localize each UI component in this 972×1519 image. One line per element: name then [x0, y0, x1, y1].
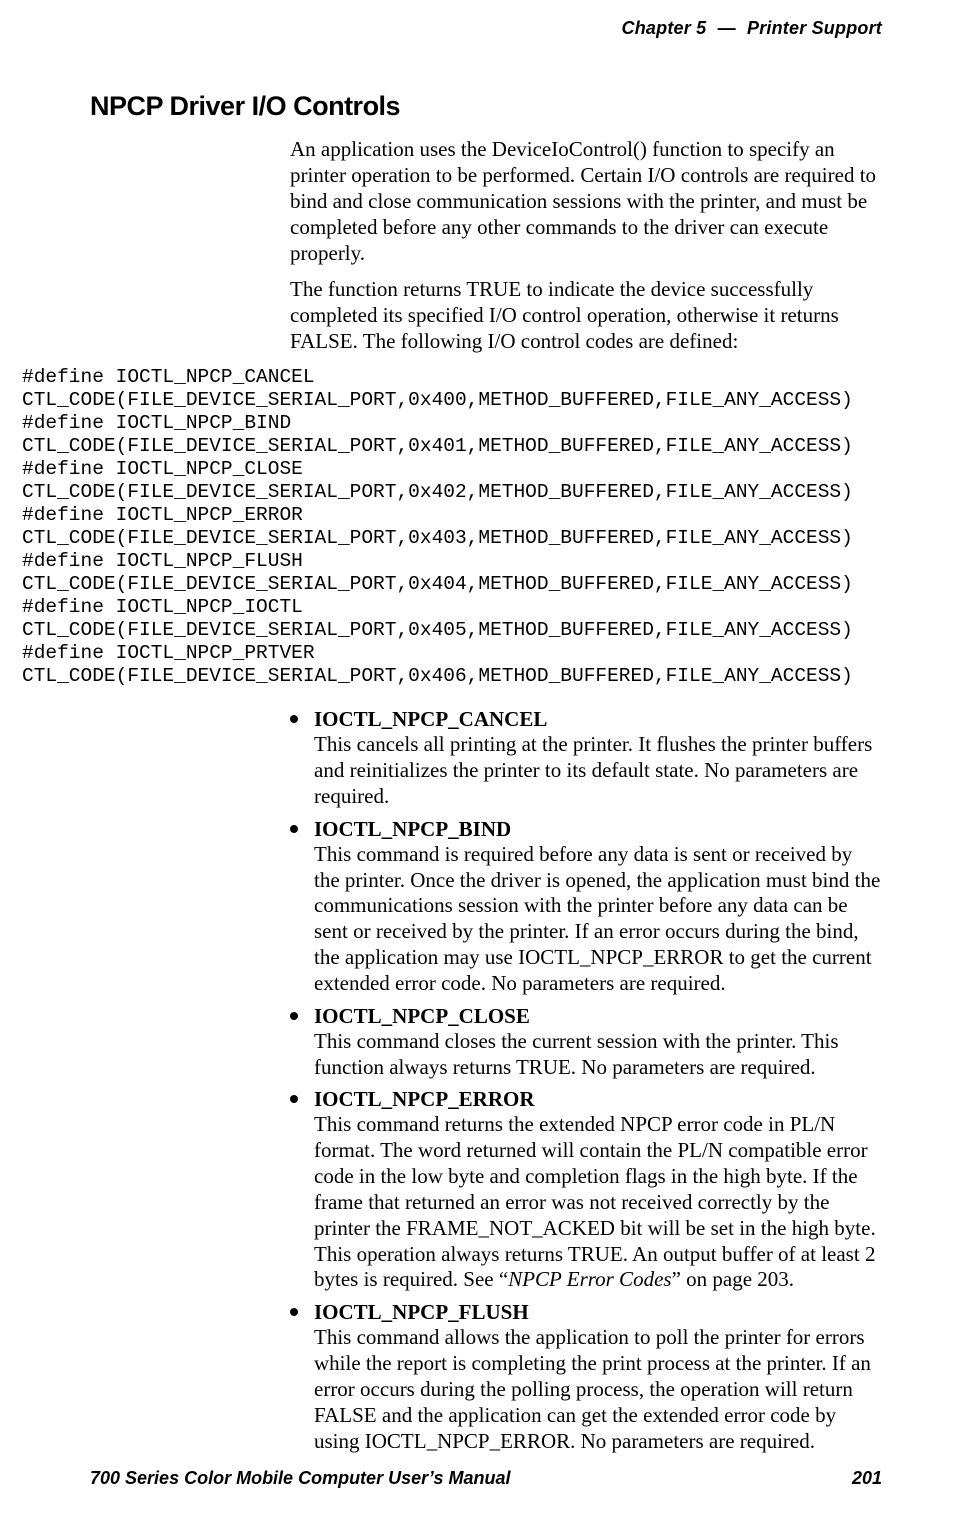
bullet-body: This cancels all printing at the printer…: [314, 732, 882, 809]
bullet-body-em: NPCP Error Codes: [508, 1267, 671, 1291]
bullet-body-pre: This command returns the extended NPCP e…: [314, 1112, 876, 1291]
body-column: An application uses the DeviceIoControl(…: [290, 136, 882, 354]
bullet-head: IOCTL_NPCP_ERROR: [314, 1087, 535, 1111]
bullet-body: This command is required before any data…: [314, 842, 882, 997]
section-title: NPCP Driver I/O Controls: [90, 91, 882, 122]
bullet-body: This command closes the current session …: [314, 1029, 882, 1081]
intro-paragraph-2: The function returns TRUE to indicate th…: [290, 276, 882, 354]
code-block: #define IOCTL_NPCP_CANCEL CTL_CODE(FILE_…: [22, 366, 882, 688]
footer-page-number: 201: [852, 1468, 882, 1489]
list-item: IOCTL_NPCP_CANCEL This cancels all print…: [290, 706, 882, 810]
header-dash: —: [712, 18, 742, 38]
header-chapter-number: 5: [696, 18, 706, 38]
bullet-body-post: ” on page 203.: [672, 1267, 794, 1291]
bullet-body: This command allows the application to p…: [314, 1325, 882, 1454]
bullet-body: This command returns the extended NPCP e…: [314, 1112, 882, 1293]
header-chapter-label: Chapter: [622, 18, 691, 38]
intro-paragraph-1: An application uses the DeviceIoControl(…: [290, 136, 882, 266]
bullet-head: IOCTL_NPCP_FLUSH: [314, 1300, 529, 1324]
bullet-list-wrap: IOCTL_NPCP_CANCEL This cancels all print…: [290, 706, 882, 1454]
page-footer: 700 Series Color Mobile Computer User’s …: [90, 1468, 882, 1489]
header-section: Printer Support: [747, 18, 882, 38]
footer-manual-title: 700 Series Color Mobile Computer User’s …: [90, 1468, 510, 1488]
bullet-head: IOCTL_NPCP_CANCEL: [314, 707, 547, 731]
list-item: IOCTL_NPCP_CLOSE This command closes the…: [290, 1003, 882, 1081]
list-item: IOCTL_NPCP_ERROR This command returns th…: [290, 1086, 882, 1293]
list-item: IOCTL_NPCP_FLUSH This command allows the…: [290, 1299, 882, 1454]
list-item: IOCTL_NPCP_BIND This command is required…: [290, 816, 882, 997]
page: Chapter 5 — Printer Support NPCP Driver …: [0, 0, 972, 1454]
bullet-head: IOCTL_NPCP_BIND: [314, 817, 511, 841]
bullet-head: IOCTL_NPCP_CLOSE: [314, 1004, 530, 1028]
bullet-list: IOCTL_NPCP_CANCEL This cancels all print…: [290, 706, 882, 1454]
running-header: Chapter 5 — Printer Support: [90, 18, 882, 39]
